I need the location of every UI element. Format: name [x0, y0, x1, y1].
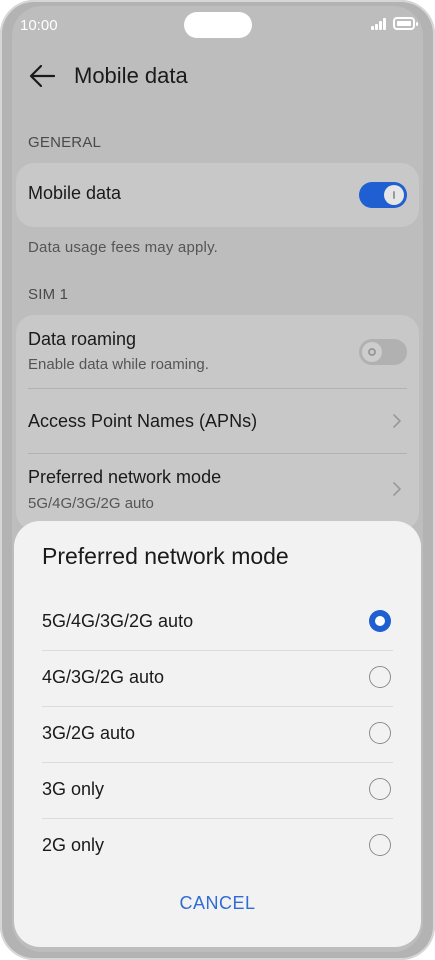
radio-icon[interactable]	[369, 666, 391, 688]
data-usage-note: Data usage fees may apply.	[28, 239, 219, 256]
screen: 10:00 Mobile data GENERAL Mobile data Da…	[12, 6, 423, 952]
status-time: 10:00	[20, 17, 58, 34]
data-roaming-subtitle: Enable data while roaming.	[28, 356, 209, 373]
section-label-sim: SIM 1	[28, 286, 69, 303]
network-mode-label: Preferred network mode	[28, 467, 222, 487]
option-3g-2g-auto[interactable]: 3G/2G auto	[28, 706, 407, 762]
toggle-knob	[362, 342, 382, 362]
network-mode-value: 5G/4G/3G/2G auto	[28, 495, 154, 512]
radio-icon[interactable]	[369, 722, 391, 744]
option-3g-only[interactable]: 3G only	[28, 762, 407, 818]
data-roaming-label: Data roaming	[28, 329, 137, 349]
toggle-knob	[384, 185, 404, 205]
data-roaming-toggle[interactable]	[359, 339, 407, 365]
chevron-right-icon	[393, 414, 401, 428]
radio-icon[interactable]	[369, 778, 391, 800]
option-2g-only[interactable]: 2G only	[28, 818, 407, 874]
option-5g-4g-3g-2g-auto[interactable]: 5G/4G/3G/2G auto	[28, 594, 407, 650]
sim-settings-card: Data roaming Enable data while roaming. …	[16, 315, 419, 530]
option-label: 4G/3G/2G auto	[42, 667, 165, 687]
phone-frame: 10:00 Mobile data GENERAL Mobile data Da…	[0, 0, 435, 960]
apn-label: Access Point Names (APNs)	[28, 411, 258, 431]
mobile-data-label: Mobile data	[28, 183, 122, 203]
dialog-title: Preferred network mode	[42, 543, 289, 569]
option-label: 3G/2G auto	[42, 723, 136, 743]
back-button[interactable]	[28, 62, 58, 90]
page-title: Mobile data	[74, 63, 188, 88]
arrow-left-icon	[29, 64, 56, 88]
option-label: 5G/4G/3G/2G auto	[42, 611, 194, 631]
mobile-data-toggle[interactable]	[359, 182, 407, 208]
camera-pill	[184, 12, 252, 38]
radio-icon[interactable]	[369, 834, 391, 856]
section-label-general: GENERAL	[28, 134, 102, 151]
battery-icon	[393, 17, 418, 30]
option-label: 3G only	[42, 779, 105, 799]
mobile-data-card[interactable]: Mobile data	[16, 163, 419, 227]
radio-selected-icon[interactable]	[369, 610, 391, 632]
option-label: 2G only	[42, 835, 105, 855]
chevron-right-icon	[393, 482, 401, 496]
divider	[28, 388, 407, 389]
network-mode-dialog: Preferred network mode 5G/4G/3G/2G auto …	[14, 521, 421, 947]
divider	[28, 453, 407, 454]
cancel-button[interactable]: CANCEL	[14, 893, 421, 914]
signal-icon	[371, 18, 389, 30]
option-4g-3g-2g-auto[interactable]: 4G/3G/2G auto	[28, 650, 407, 706]
